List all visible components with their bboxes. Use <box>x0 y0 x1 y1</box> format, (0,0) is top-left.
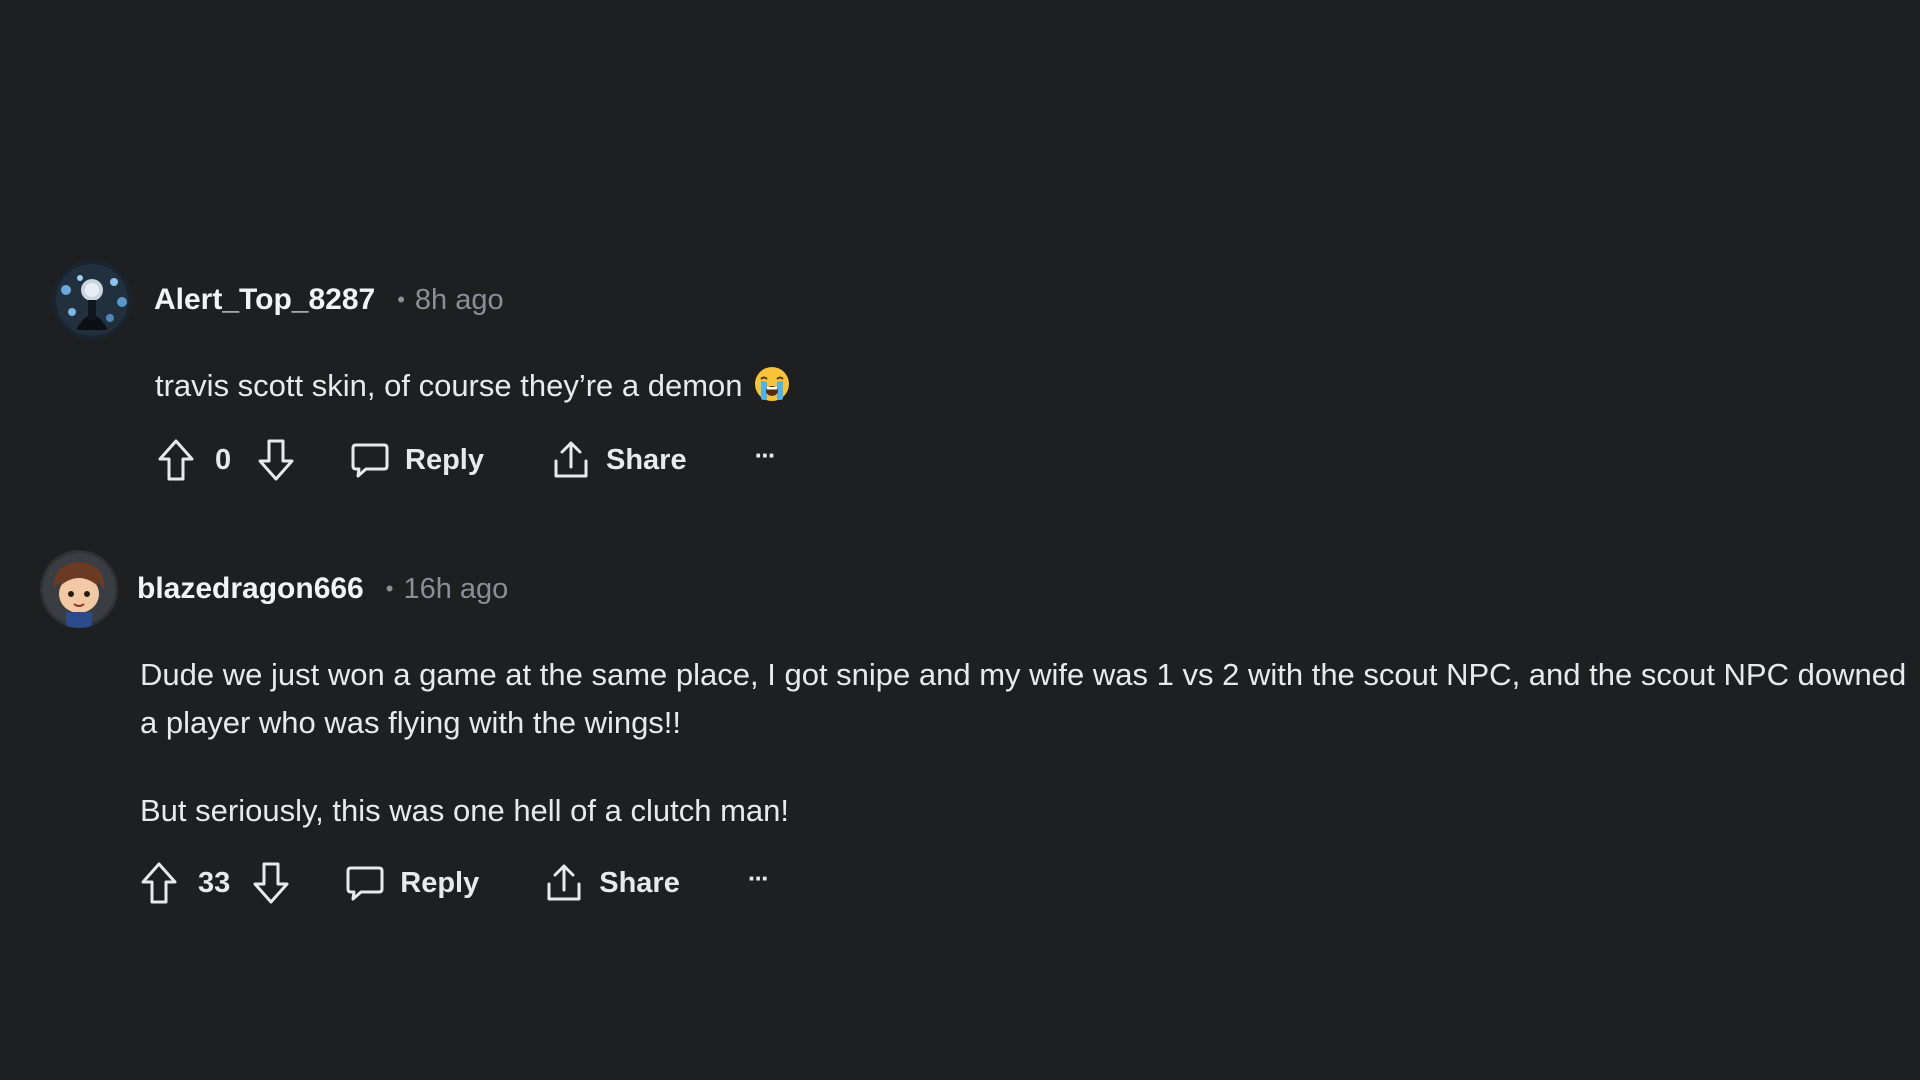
comment-paragraph: Dude we just won a game at the same plac… <box>140 657 1907 740</box>
meta-separator: • <box>385 576 394 601</box>
vote-score: 0 <box>215 443 232 476</box>
arrow-up-outline-icon[interactable] <box>155 436 197 484</box>
comment: Alert_Top_8287 • 8h ago travis scott ski… <box>52 258 1872 488</box>
reply-label: Reply <box>405 443 484 476</box>
share-upload-icon <box>543 861 585 905</box>
speech-bubble-icon <box>349 439 391 481</box>
comment-paragraph: travis scott skin, of course they’re a d… <box>155 368 743 403</box>
share-button[interactable]: Share <box>550 438 687 482</box>
share-label: Share <box>599 866 680 899</box>
avatar[interactable] <box>40 550 118 628</box>
timestamp[interactable]: 16h ago <box>403 573 508 606</box>
timestamp[interactable]: 8h ago <box>415 284 504 317</box>
share-upload-icon <box>550 438 592 482</box>
share-label: Share <box>605 443 687 476</box>
comment-actions: 0 Reply Share ··· <box>155 432 1872 488</box>
arrow-down-outline-icon[interactable] <box>255 436 297 484</box>
arrow-up-outline-icon[interactable] <box>138 859 180 907</box>
more-options-button[interactable]: ··· <box>748 865 770 901</box>
reply-label: Reply <box>400 866 480 899</box>
meta-separator: • <box>397 287 405 312</box>
comment-text: travis scott skin, of course they’re a d… <box>155 362 1872 410</box>
comment-header: blazedragon666 • 16h ago <box>40 547 1880 631</box>
share-button[interactable]: Share <box>543 861 680 905</box>
comment-paragraph: But seriously, this was one hell of a cl… <box>140 793 790 828</box>
arrow-down-outline-icon[interactable] <box>250 859 292 907</box>
avatar[interactable] <box>52 260 132 340</box>
comment-header: Alert_Top_8287 • 8h ago <box>52 258 1872 342</box>
loudly-crying-face-icon <box>753 365 791 403</box>
username[interactable]: blazedragon666 <box>137 572 364 606</box>
comment-body: travis scott skin, of course they’re a d… <box>155 362 1872 410</box>
more-options-button[interactable]: ··· <box>755 442 777 478</box>
speech-bubble-icon <box>344 862 386 904</box>
comment-body: Dude we just won a game at the same plac… <box>140 651 1920 835</box>
username[interactable]: Alert_Top_8287 <box>154 283 375 317</box>
comment: blazedragon666 • 16h ago Dude we just wo… <box>40 547 1906 911</box>
vote-score: 33 <box>198 866 231 899</box>
reply-button[interactable]: Reply <box>349 439 484 481</box>
comment-actions: 33 Reply Share ··· <box>138 855 1880 911</box>
reply-button[interactable]: Reply <box>344 862 479 904</box>
